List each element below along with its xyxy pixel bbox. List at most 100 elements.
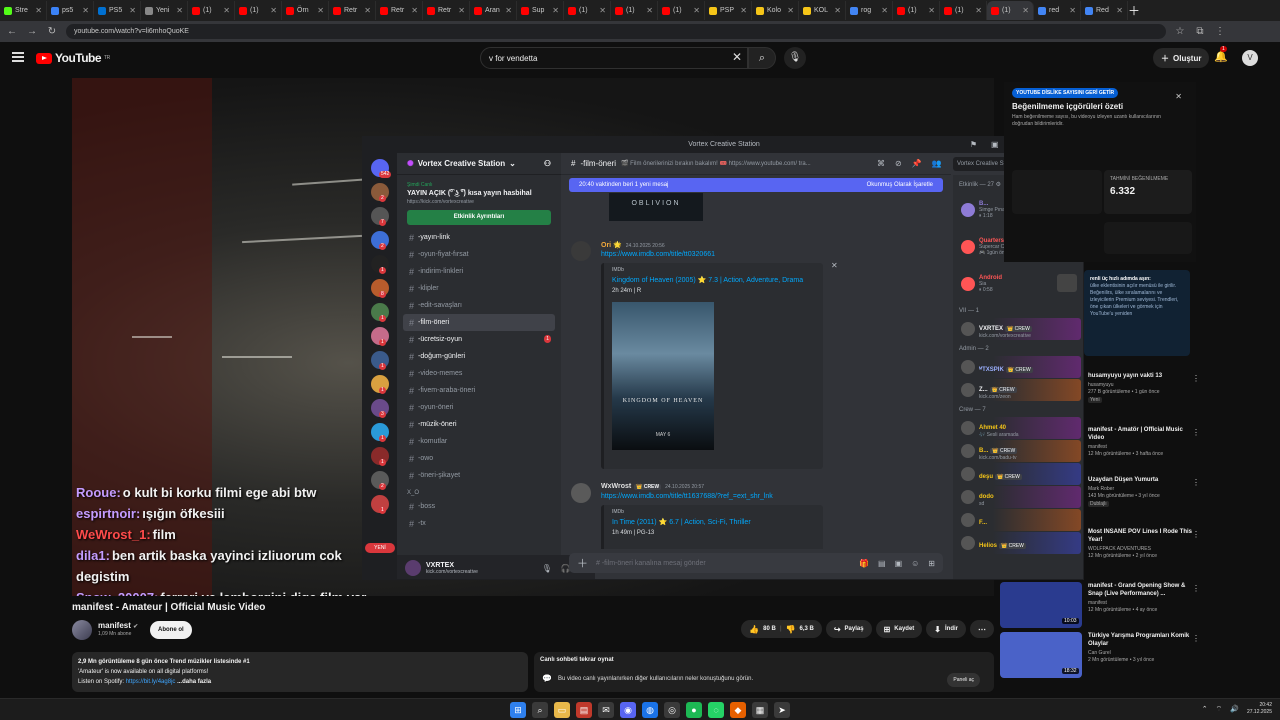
screen-icon[interactable]: ▣ bbox=[991, 140, 999, 149]
browser-tab[interactable]: KOL ✕ bbox=[799, 1, 846, 20]
video-channel[interactable]: husamyuyu bbox=[1088, 382, 1114, 388]
browser-tab[interactable]: (1) ✕ bbox=[188, 1, 235, 20]
user-avatar[interactable] bbox=[405, 560, 421, 576]
search-input[interactable]: v for vendetta bbox=[480, 47, 748, 69]
browser-tab[interactable]: rog ✕ bbox=[846, 1, 893, 20]
mute-icon[interactable]: ⊘ bbox=[895, 159, 902, 168]
browser-tab[interactable]: Red ✕ bbox=[1081, 1, 1128, 20]
save-button[interactable]: ⊞ Kaydet bbox=[875, 620, 923, 638]
message-author[interactable]: WxWrost 👑 CREW 24.10.2025 20:57 bbox=[601, 483, 704, 490]
recommended-video[interactable]: Most INSANE POV Lines I Rode This Year! W… bbox=[1000, 528, 1200, 568]
description-box[interactable]: 2,9 Mn görüntüleme 8 gün önce Trend müzi… bbox=[72, 652, 528, 692]
channel-item[interactable]: # -klipler bbox=[397, 280, 561, 297]
message-author[interactable]: Ori 🌟 24.10.2025 20:56 bbox=[601, 241, 665, 249]
browser-tab[interactable]: red ✕ bbox=[1034, 1, 1081, 20]
channel-item[interactable]: # -öneri-şikayet bbox=[397, 467, 561, 484]
channel-item[interactable]: # -oyun-fiyat-fırsat bbox=[397, 246, 561, 263]
wifi-icon[interactable]: ⌔ bbox=[1216, 705, 1223, 714]
tab-close-icon[interactable]: ✕ bbox=[505, 6, 512, 15]
server-icon[interactable]: 2 bbox=[371, 183, 389, 202]
channel-item[interactable]: # -tx bbox=[397, 515, 561, 532]
tab-close-icon[interactable]: ✕ bbox=[1069, 6, 1076, 15]
browser-tab[interactable]: (1) ✕ bbox=[611, 1, 658, 20]
new-tab-icon[interactable]: ＋ bbox=[1128, 2, 1140, 19]
open-panel-button[interactable]: Paneli aç bbox=[947, 673, 980, 687]
back-icon[interactable]: ← bbox=[6, 26, 18, 37]
video-title[interactable]: manifest - Amatör | Official Music Video bbox=[1088, 426, 1192, 442]
close-embed-icon[interactable]: ✕ bbox=[831, 261, 838, 270]
more-options-icon[interactable]: ⋮ bbox=[1192, 478, 1200, 487]
recommended-video[interactable]: manifest - Amatör | Official Music Video… bbox=[1000, 426, 1200, 466]
more-options-icon[interactable]: ⋮ bbox=[1192, 584, 1200, 593]
video-title[interactable]: Most INSANE POV Lines I Rode This Year! bbox=[1088, 528, 1192, 544]
share-button[interactable]: ↪ Paylaş bbox=[825, 620, 872, 638]
more-options-icon[interactable]: ⋮ bbox=[1192, 428, 1200, 437]
video-channel[interactable]: WOLFPACK ADVENTURES bbox=[1088, 546, 1151, 552]
attach-plus-icon[interactable]: ＋ bbox=[577, 555, 588, 571]
video-channel[interactable]: Can Gurel bbox=[1088, 650, 1111, 656]
tab-close-icon[interactable]: ✕ bbox=[458, 6, 465, 15]
tab-close-icon[interactable]: ✕ bbox=[693, 6, 700, 15]
embed-title[interactable]: Kingdom of Heaven (2005) ⭐ 7.3 | Action,… bbox=[612, 276, 815, 284]
video-title[interactable]: Türkiye Yarışma Programları Komik Olayla… bbox=[1088, 632, 1192, 648]
browser-tab[interactable]: Stre ✕ bbox=[0, 1, 47, 20]
browser-tab[interactable]: Örn ✕ bbox=[282, 1, 329, 20]
tab-close-icon[interactable]: ✕ bbox=[787, 6, 794, 15]
server-icon[interactable]: 1 bbox=[371, 327, 389, 346]
pin-icon[interactable]: 📌 bbox=[912, 159, 922, 168]
oblivion-poster[interactable]: OBLIVION bbox=[609, 193, 703, 221]
account-avatar[interactable]: V bbox=[1242, 50, 1258, 66]
tab-close-icon[interactable]: ✕ bbox=[129, 6, 136, 15]
thumbs-down-icon[interactable]: 👎 bbox=[786, 625, 796, 634]
more-actions-button[interactable]: ⋯ bbox=[970, 620, 994, 638]
tab-close-icon[interactable]: ✕ bbox=[599, 6, 606, 15]
tab-close-icon[interactable]: ✕ bbox=[223, 6, 230, 15]
server-icon[interactable]: 2 bbox=[371, 471, 389, 490]
video-title[interactable]: husamyuyu yayın vakti 13 bbox=[1088, 372, 1192, 380]
video-channel[interactable]: Mark Rober bbox=[1088, 486, 1114, 492]
video-title[interactable]: manifest - Grand Opening Show & Snap (Li… bbox=[1088, 582, 1192, 598]
show-more-link[interactable]: ...daha fazla bbox=[177, 679, 211, 685]
recommended-video[interactable]: husamyuyu yayın vakti 13 husamyuyu 277 B g… bbox=[1000, 372, 1200, 412]
spotify-icon[interactable]: ● bbox=[686, 702, 702, 718]
tab-close-icon[interactable]: ✕ bbox=[364, 6, 371, 15]
browser-tab[interactable]: Retr ✕ bbox=[329, 1, 376, 20]
message-link[interactable]: https://www.imdb.com/title/tt0320661 bbox=[601, 251, 715, 258]
tab-close-icon[interactable]: ✕ bbox=[975, 6, 982, 15]
server-icon[interactable]: 1 bbox=[371, 255, 389, 274]
channel-item[interactable]: # -indirim-linkleri bbox=[397, 263, 561, 280]
message-avatar[interactable] bbox=[571, 241, 591, 261]
youtube-logo[interactable]: YouTube TR bbox=[36, 51, 110, 65]
browser-tab[interactable]: (1) ✕ bbox=[564, 1, 611, 20]
tab-close-icon[interactable]: ✕ bbox=[1022, 6, 1029, 15]
server-icon[interactable]: 1 bbox=[371, 375, 389, 394]
tab-close-icon[interactable]: ✕ bbox=[552, 6, 559, 15]
more-options-icon[interactable]: ⋮ bbox=[1192, 634, 1200, 643]
more-options-icon[interactable]: ⋮ bbox=[1192, 530, 1200, 539]
new-messages-bar[interactable]: 20:40 vaktinden beri 1 yeni mesaj Okunmu… bbox=[569, 178, 943, 192]
tab-close-icon[interactable]: ✕ bbox=[35, 6, 42, 15]
member-activity[interactable]: Android Sia ⏸ 0:58 bbox=[955, 266, 1081, 302]
mark-read-button[interactable]: Okunmuş Olarak İşaretle bbox=[867, 178, 933, 192]
microphone-icon[interactable]: 🎙 bbox=[542, 564, 552, 573]
member-item[interactable]: VXRTEX 👑 CREW kick.com/vortexcreative bbox=[955, 318, 1081, 340]
tab-close-icon[interactable]: ✕ bbox=[82, 6, 89, 15]
chrome-icon[interactable]: ◍ bbox=[642, 702, 658, 718]
emoji-icon[interactable]: ☺ bbox=[911, 559, 919, 568]
create-button[interactable]: ＋ Oluştur bbox=[1153, 48, 1210, 68]
url-field[interactable]: youtube.com/watch?v=li6mhoQuoKE bbox=[66, 24, 1166, 39]
chevron-up-icon[interactable]: ⌃ bbox=[1202, 705, 1208, 713]
server-icon[interactable]: 542 bbox=[371, 159, 392, 178]
close-icon[interactable]: ✕ bbox=[1175, 92, 1182, 101]
channel-item[interactable]: # -boss bbox=[397, 498, 561, 515]
calc-icon[interactable]: ▦ bbox=[752, 702, 768, 718]
server-icon[interactable]: 1 bbox=[371, 495, 389, 514]
channel-category[interactable]: X_O bbox=[397, 484, 561, 498]
channel-avatar[interactable] bbox=[72, 620, 92, 640]
tab-close-icon[interactable]: ✕ bbox=[317, 6, 324, 15]
channel-item[interactable]: # -film-öneri bbox=[403, 314, 555, 331]
browser-tab[interactable]: (1) ✕ bbox=[235, 1, 282, 20]
channel-item[interactable]: # -fivem-araba-öneri bbox=[397, 382, 561, 399]
browser-tab[interactable]: Retr ✕ bbox=[423, 1, 470, 20]
windows-icon[interactable]: ⊞ bbox=[510, 702, 526, 718]
